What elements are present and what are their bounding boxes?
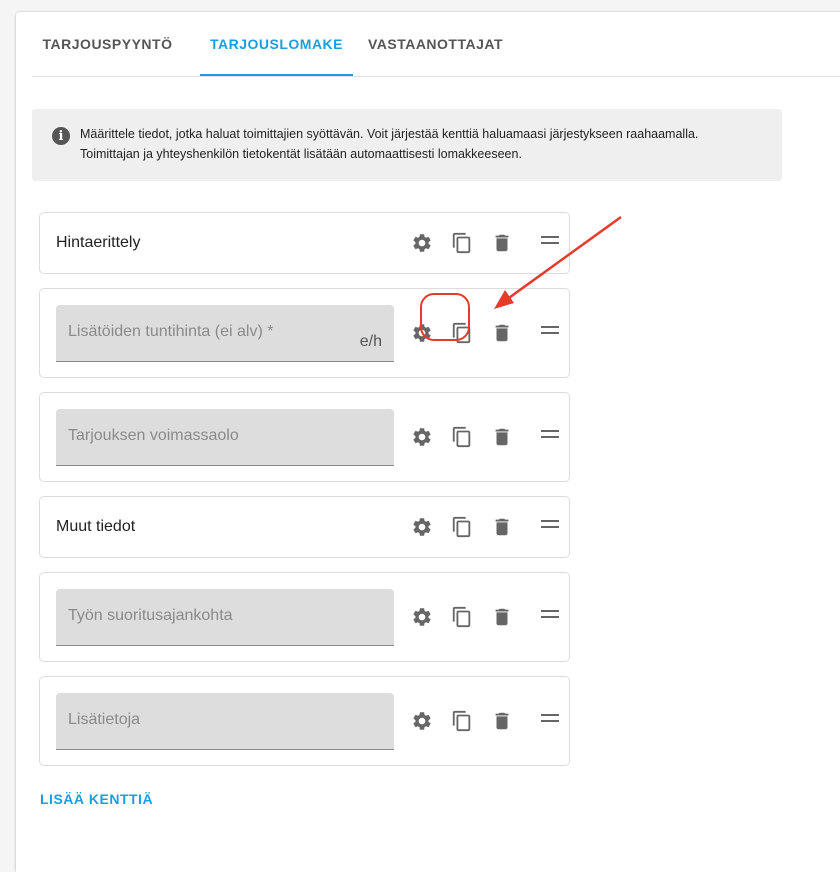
- additional-info-input[interactable]: Lisätietoja: [56, 693, 394, 750]
- trash-icon[interactable]: [490, 709, 514, 733]
- info-text: Määrittele tiedot, jotka haluat toimitta…: [80, 124, 770, 164]
- field-row-lisatoiden-tuntihinta[interactable]: Lisätöiden tuntihinta (ei alv) * e/h: [39, 288, 570, 378]
- copy-icon[interactable]: [450, 515, 474, 539]
- copy-icon[interactable]: [450, 605, 474, 629]
- trash-icon[interactable]: [490, 231, 514, 255]
- info-banner: i Määrittele tiedot, jotka haluat toimit…: [32, 109, 782, 181]
- field-row-tarjouksen-voimassaolo[interactable]: Tarjouksen voimassaolo: [39, 392, 570, 482]
- gear-icon[interactable]: [410, 515, 434, 539]
- drag-handle-icon[interactable]: [541, 610, 559, 620]
- active-tab-indicator: [200, 74, 353, 76]
- gear-icon[interactable]: [410, 231, 434, 255]
- work-schedule-input[interactable]: Työn suoritusajankohta: [56, 589, 394, 646]
- gear-icon[interactable]: [410, 605, 434, 629]
- form-editor-card: TARJOUSPYYNTÖ TARJOUSLOMAKE VASTAANOTTAJ…: [16, 12, 840, 872]
- trash-icon[interactable]: [490, 605, 514, 629]
- field-row-hintaerittely[interactable]: Hintaerittely: [39, 212, 570, 274]
- trash-icon[interactable]: [490, 515, 514, 539]
- add-field-button[interactable]: LISÄÄ KENTTIÄ: [40, 791, 153, 807]
- copy-icon[interactable]: [450, 425, 474, 449]
- copy-icon[interactable]: [450, 231, 474, 255]
- tab-tarjouspyynto[interactable]: TARJOUSPYYNTÖ: [32, 12, 183, 76]
- info-line-2: Toimittajan ja yhteyshenkilön tietokentä…: [80, 147, 522, 161]
- hourly-rate-input[interactable]: Lisätöiden tuntihinta (ei alv) * e/h: [56, 305, 394, 362]
- drag-handle-icon[interactable]: [541, 520, 559, 530]
- info-icon: i: [52, 127, 70, 145]
- gear-icon[interactable]: [410, 425, 434, 449]
- drag-handle-icon[interactable]: [541, 326, 559, 336]
- annotation-highlight-circle: [420, 293, 470, 341]
- field-heading: Muut tiedot: [56, 518, 136, 535]
- tab-vastaanottajat[interactable]: VASTAANOTTAJAT: [353, 12, 518, 76]
- tab-tarjouslomake[interactable]: TARJOUSLOMAKE: [200, 12, 353, 76]
- trash-icon[interactable]: [490, 321, 514, 345]
- copy-icon[interactable]: [450, 709, 474, 733]
- field-row-tyon-suoritusajankohta[interactable]: Työn suoritusajankohta: [39, 572, 570, 662]
- input-label: Lisätöiden tuntihinta (ei alv) *: [68, 323, 274, 340]
- input-label: Lisätietoja: [68, 711, 141, 728]
- drag-handle-icon[interactable]: [541, 236, 559, 246]
- input-suffix: e/h: [359, 333, 382, 350]
- tab-bar: TARJOUSPYYNTÖ TARJOUSLOMAKE VASTAANOTTAJ…: [32, 12, 840, 77]
- drag-handle-icon[interactable]: [541, 714, 559, 724]
- info-line-1: Määrittele tiedot, jotka haluat toimitta…: [80, 127, 699, 141]
- gear-icon[interactable]: [410, 709, 434, 733]
- offer-validity-input[interactable]: Tarjouksen voimassaolo: [56, 409, 394, 466]
- field-row-lisatietoja[interactable]: Lisätietoja: [39, 676, 570, 766]
- drag-handle-icon[interactable]: [541, 430, 559, 440]
- trash-icon[interactable]: [490, 425, 514, 449]
- field-heading: Hintaerittely: [56, 234, 141, 251]
- input-label: Tarjouksen voimassaolo: [68, 427, 239, 444]
- field-row-muut-tiedot[interactable]: Muut tiedot: [39, 496, 570, 558]
- input-label: Työn suoritusajankohta: [68, 607, 233, 624]
